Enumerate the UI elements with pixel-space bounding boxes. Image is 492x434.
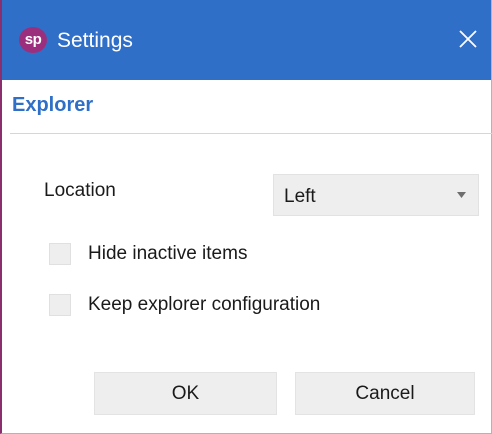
window-title: Settings — [57, 29, 133, 52]
keep-explorer-configuration-label: Keep explorer configuration — [88, 294, 321, 315]
cancel-button[interactable]: Cancel — [295, 372, 475, 415]
ok-button[interactable]: OK — [94, 372, 277, 415]
location-dropdown-value: Left — [284, 186, 316, 207]
app-logo-icon: sp — [19, 27, 47, 53]
close-icon — [459, 30, 477, 48]
section-divider — [10, 133, 492, 134]
hide-inactive-items-option[interactable]: Hide inactive items — [49, 243, 247, 265]
close-button[interactable] — [445, 16, 491, 62]
chevron-down-icon — [457, 192, 466, 198]
keep-explorer-configuration-option[interactable]: Keep explorer configuration — [49, 294, 320, 316]
keep-explorer-configuration-checkbox[interactable] — [49, 294, 71, 316]
section-title: Explorer — [12, 94, 94, 116]
location-dropdown[interactable]: Left — [273, 174, 479, 216]
hide-inactive-items-checkbox[interactable] — [49, 243, 71, 265]
location-label: Location — [44, 180, 116, 201]
title-bar[interactable]: sp Settings — [2, 0, 491, 80]
hide-inactive-items-label: Hide inactive items — [88, 243, 248, 264]
settings-dialog: sp Settings Explorer Location Left Hide … — [0, 0, 492, 434]
